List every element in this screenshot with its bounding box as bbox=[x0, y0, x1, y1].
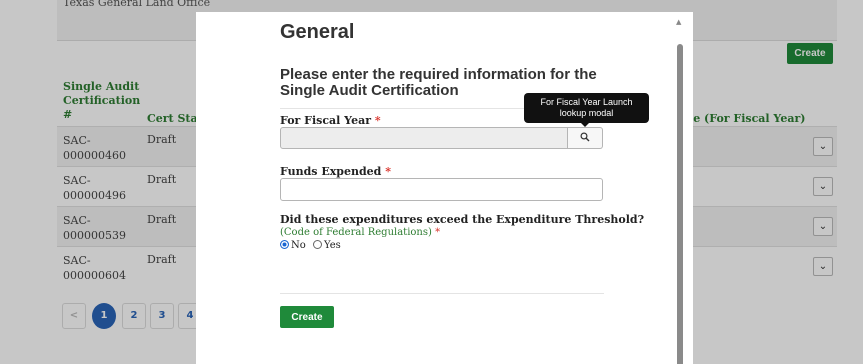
radio-no-label[interactable]: No bbox=[291, 240, 306, 251]
funds-expended-label-text: Funds Expended bbox=[280, 165, 382, 178]
modal-title: General bbox=[280, 21, 355, 43]
fiscal-year-label-text: For Fiscal Year bbox=[280, 114, 372, 127]
scroll-up-arrow-icon[interactable]: ▲ bbox=[676, 18, 681, 26]
required-marker: * bbox=[374, 114, 381, 127]
funds-expended-label: Funds Expended * bbox=[280, 165, 391, 178]
radio-no[interactable] bbox=[280, 240, 289, 249]
radio-yes-label[interactable]: Yes bbox=[324, 240, 341, 251]
general-modal: General Please enter the required inform… bbox=[196, 12, 693, 364]
search-icon bbox=[580, 131, 590, 141]
fiscal-year-lookup-button[interactable] bbox=[568, 127, 603, 149]
cfr-label: (Code of Federal Regulations) * bbox=[280, 227, 440, 238]
threshold-question: Did these expenditures exceed the Expend… bbox=[280, 213, 645, 226]
radio-yes[interactable] bbox=[312, 240, 322, 249]
tooltip-arrow bbox=[581, 123, 589, 127]
cfr-link[interactable]: (Code of Federal Regulations) bbox=[280, 227, 432, 238]
lookup-tooltip: For Fiscal Year Launch lookup modal bbox=[524, 93, 649, 123]
funds-expended-input[interactable] bbox=[280, 178, 603, 201]
fiscal-year-label: For Fiscal Year * bbox=[280, 114, 381, 127]
modal-scrollbar[interactable]: ▲ bbox=[675, 12, 685, 364]
divider bbox=[280, 293, 604, 294]
required-marker: * bbox=[435, 227, 441, 238]
threshold-radio-group: No Yes bbox=[280, 240, 345, 251]
required-marker: * bbox=[385, 165, 391, 178]
scrollbar-thumb[interactable] bbox=[677, 44, 683, 364]
create-button[interactable]: Create bbox=[280, 306, 334, 328]
fiscal-year-input[interactable] bbox=[280, 127, 568, 149]
